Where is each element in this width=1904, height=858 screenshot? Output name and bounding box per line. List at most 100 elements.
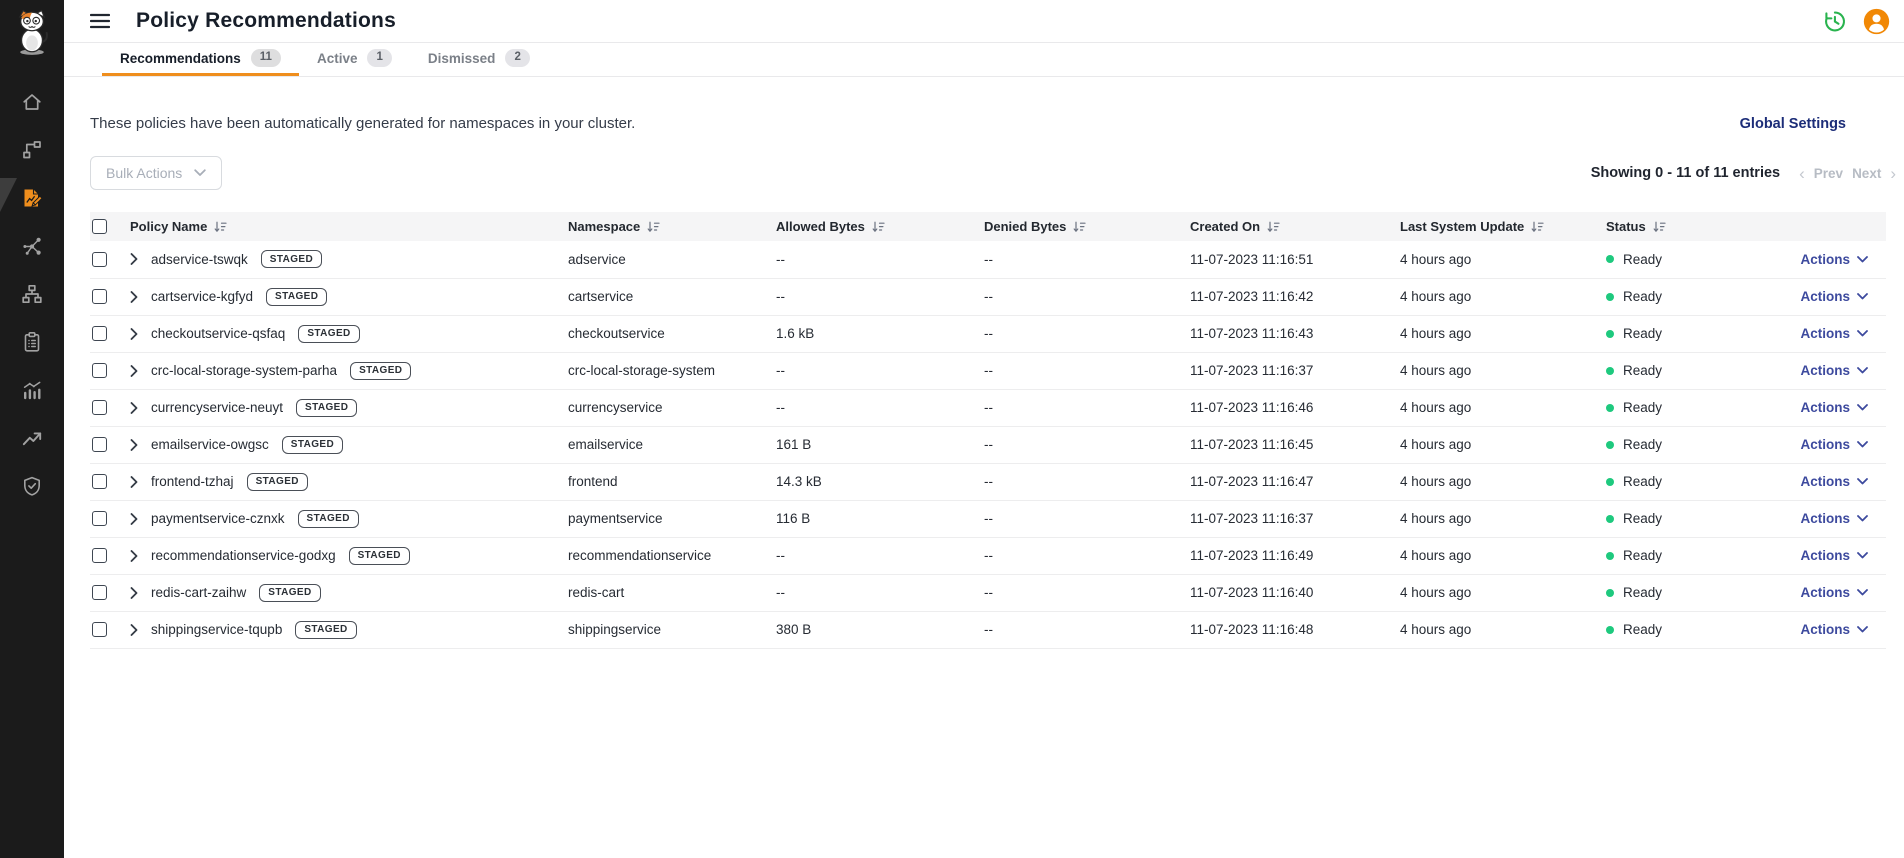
column-header: Status <box>1606 212 1746 241</box>
network-graph-icon[interactable] <box>0 222 64 270</box>
sort-icon[interactable] <box>647 221 660 233</box>
last-update-cell: 4 hours ago <box>1400 500 1606 537</box>
bulk-actions-button[interactable]: Bulk Actions <box>90 156 222 190</box>
row-checkbox[interactable] <box>92 548 107 563</box>
home-icon[interactable] <box>0 78 64 126</box>
app-logo[interactable] <box>11 0 53 64</box>
tab-label: Recommendations <box>120 51 241 66</box>
status-dot <box>1606 293 1614 301</box>
expand-row-icon[interactable] <box>130 402 138 414</box>
row-actions-button[interactable]: Actions <box>1800 622 1868 637</box>
row-checkbox[interactable] <box>92 326 107 341</box>
policy-edit-icon[interactable] <box>0 174 64 222</box>
expand-row-icon[interactable] <box>130 328 138 340</box>
denied-bytes-cell: -- <box>984 426 1190 463</box>
last-update-cell: 4 hours ago <box>1400 426 1606 463</box>
bar-chart-icon[interactable] <box>0 366 64 414</box>
chevron-down-icon <box>1857 626 1868 633</box>
select-all-checkbox[interactable] <box>92 219 107 234</box>
row-checkbox[interactable] <box>92 511 107 526</box>
row-checkbox[interactable] <box>92 289 107 304</box>
namespace-cell: currencyservice <box>568 389 776 426</box>
global-settings-link[interactable]: Global Settings <box>1740 116 1846 132</box>
expand-row-icon[interactable] <box>130 439 138 451</box>
allowed-bytes-cell: 116 B <box>776 500 984 537</box>
row-checkbox[interactable] <box>92 252 107 267</box>
expand-row-icon[interactable] <box>130 291 138 303</box>
table-row: frontend-tzhajSTAGEDfrontend14.3 kB--11-… <box>90 463 1886 500</box>
app-root: Policy Recommendations <box>0 0 1904 858</box>
menu-button[interactable] <box>86 9 114 33</box>
row-actions-button[interactable]: Actions <box>1800 511 1868 526</box>
history-icon <box>1821 8 1848 35</box>
staged-badge: STAGED <box>295 621 356 639</box>
column-header-label: Denied Bytes <box>984 219 1066 234</box>
row-checkbox[interactable] <box>92 474 107 489</box>
policy-name: recommendationservice-godxg <box>151 548 336 563</box>
expand-row-icon[interactable] <box>130 253 138 265</box>
allowed-bytes-cell: 14.3 kB <box>776 463 984 500</box>
row-actions-button[interactable]: Actions <box>1800 252 1868 267</box>
namespace-cell: shippingservice <box>568 611 776 648</box>
row-actions-button[interactable]: Actions <box>1800 326 1868 341</box>
row-actions-button[interactable]: Actions <box>1800 585 1868 600</box>
status-label: Ready <box>1623 252 1662 267</box>
expand-row-icon[interactable] <box>130 513 138 525</box>
row-actions-button[interactable]: Actions <box>1800 363 1868 378</box>
sort-icon[interactable] <box>1653 221 1666 233</box>
expand-row-icon[interactable] <box>130 587 138 599</box>
row-checkbox[interactable] <box>92 437 107 452</box>
history-button[interactable] <box>1821 8 1848 35</box>
row-actions-button[interactable]: Actions <box>1800 437 1868 452</box>
column-header-label: Created On <box>1190 219 1260 234</box>
sort-icon[interactable] <box>1531 221 1544 233</box>
description-row: These policies have been automatically g… <box>90 115 1846 132</box>
column-header: Last System Update <box>1400 212 1606 241</box>
tab-dismissed[interactable]: Dismissed2 <box>410 43 548 76</box>
tab-active[interactable]: Active1 <box>299 43 410 76</box>
sort-icon[interactable] <box>1267 221 1280 233</box>
status-badge: Ready <box>1606 363 1738 378</box>
chevron-down-icon <box>1857 256 1868 263</box>
row-actions-button[interactable]: Actions <box>1800 400 1868 415</box>
sort-icon[interactable] <box>214 221 227 233</box>
clipboard-list-icon[interactable] <box>0 318 64 366</box>
row-checkbox[interactable] <box>92 400 107 415</box>
policy-name: shippingservice-tqupb <box>151 622 282 637</box>
account-button[interactable] <box>1863 8 1890 35</box>
expand-row-icon[interactable] <box>130 365 138 377</box>
topology-icon[interactable] <box>0 126 64 174</box>
row-actions-button[interactable]: Actions <box>1800 548 1868 563</box>
chevron-down-icon <box>1857 367 1868 374</box>
actions-label: Actions <box>1800 400 1850 415</box>
chevron-down-icon <box>1857 404 1868 411</box>
status-dot <box>1606 552 1614 560</box>
tab-recommendations[interactable]: Recommendations11 <box>102 43 299 76</box>
row-actions-button[interactable]: Actions <box>1800 289 1868 304</box>
trending-up-icon[interactable] <box>0 414 64 462</box>
status-label: Ready <box>1623 474 1662 489</box>
sort-icon[interactable] <box>1073 221 1086 233</box>
sort-icon[interactable] <box>872 221 885 233</box>
row-checkbox[interactable] <box>92 585 107 600</box>
sitemap-icon[interactable] <box>0 270 64 318</box>
row-checkbox[interactable] <box>92 622 107 637</box>
staged-badge: STAGED <box>266 288 327 306</box>
actions-column-header <box>1746 212 1886 241</box>
row-actions-button[interactable]: Actions <box>1800 474 1868 489</box>
namespace-cell: checkoutservice <box>568 315 776 352</box>
pagination-prev-button[interactable]: Prev <box>1814 166 1843 181</box>
namespace-cell: emailservice <box>568 426 776 463</box>
pagination-next-button[interactable]: Next <box>1852 166 1881 181</box>
expand-row-icon[interactable] <box>130 476 138 488</box>
row-checkbox[interactable] <box>92 363 107 378</box>
status-dot <box>1606 330 1614 338</box>
column-header: Namespace <box>568 212 776 241</box>
expand-row-icon[interactable] <box>130 624 138 636</box>
expand-row-icon[interactable] <box>130 550 138 562</box>
shield-check-icon[interactable] <box>0 462 64 510</box>
select-all-header <box>90 212 130 241</box>
created-on-cell: 11-07-2023 11:16:46 <box>1190 389 1400 426</box>
created-on-cell: 11-07-2023 11:16:42 <box>1190 278 1400 315</box>
status-label: Ready <box>1623 622 1662 637</box>
